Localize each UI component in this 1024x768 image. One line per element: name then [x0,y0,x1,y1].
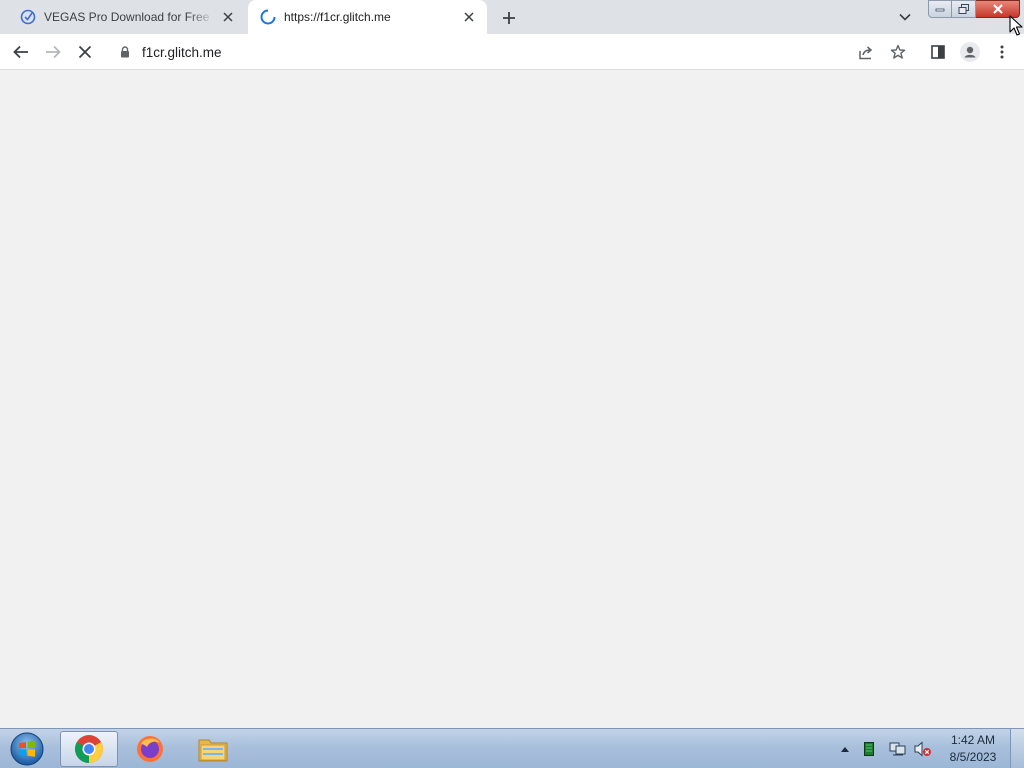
address-bar[interactable]: f1cr.glitch.me [108,38,918,66]
web-page-content[interactable] [0,71,1024,728]
side-panel-icon[interactable] [926,40,950,64]
profile-avatar-icon[interactable] [958,40,982,64]
url-text: f1cr.glitch.me [142,44,222,60]
lock-icon[interactable] [118,45,132,59]
browser-toolbar: f1cr.glitch.me [0,34,1024,70]
file-explorer-icon[interactable] [184,731,242,767]
taskbar-clock[interactable]: 1:42 AM 8/5/2023 [940,732,1006,766]
close-tab-icon[interactable] [461,9,477,25]
tab-f1cr-glitch[interactable]: https://f1cr.glitch.me [248,0,487,34]
start-button[interactable] [5,731,49,767]
tab-strip: VEGAS Pro Download for Free - 2 https://… [0,0,1024,34]
windows-taskbar: 1:42 AM 8/5/2023 [0,728,1024,768]
show-hidden-icons-arrow-icon[interactable] [838,729,852,768]
firefox-icon[interactable] [121,731,179,767]
network-tray-icon[interactable] [888,729,908,768]
show-desktop-button[interactable] [1010,729,1024,768]
volume-muted-icon[interactable] [913,729,933,768]
loading-spinner-icon [260,9,276,25]
vegas-favicon-icon [20,9,36,25]
bookmark-star-icon[interactable] [886,40,910,64]
battery-tray-icon[interactable] [860,729,878,768]
restore-window-button[interactable] [952,0,976,18]
tab-search-chevron-icon[interactable] [895,8,915,26]
tab-vegas-pro[interactable]: VEGAS Pro Download for Free - 2 [8,0,246,34]
clock-date: 8/5/2023 [949,750,997,764]
chrome-icon[interactable] [60,731,118,767]
back-arrow-icon[interactable] [9,40,33,64]
minimize-window-button[interactable] [928,0,952,18]
mouse-cursor-icon [1009,15,1023,37]
stop-loading-icon[interactable] [73,40,97,64]
tab-title: VEGAS Pro Download for Free - 2 [44,10,214,24]
kebab-menu-icon[interactable] [990,40,1014,64]
close-tab-icon[interactable] [220,9,236,25]
share-icon[interactable] [854,40,878,64]
new-tab-plus-icon[interactable] [498,7,520,29]
tab-title: https://f1cr.glitch.me [284,10,391,24]
forward-arrow-icon[interactable] [41,40,65,64]
clock-time: 1:42 AM [950,733,996,747]
